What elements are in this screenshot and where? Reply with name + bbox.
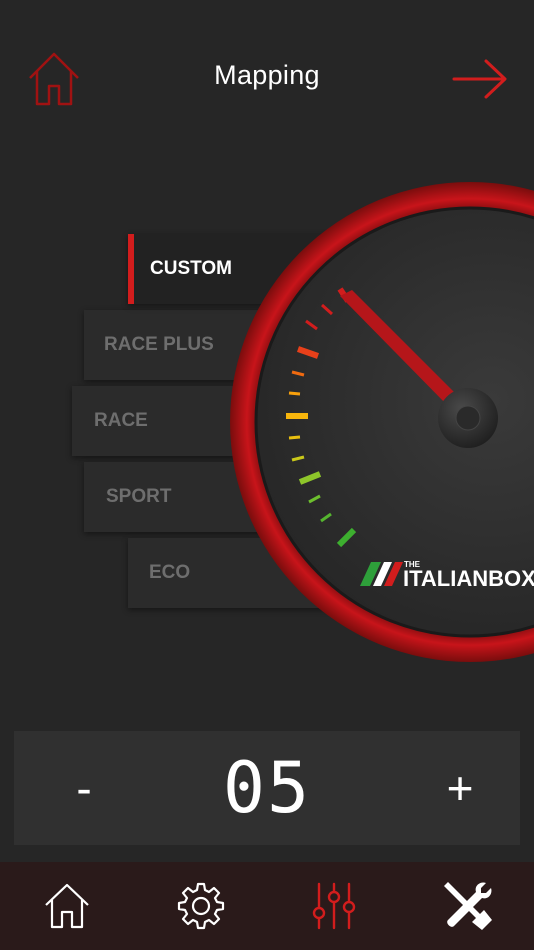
- next-button[interactable]: [450, 56, 510, 102]
- gear-icon: [177, 882, 225, 930]
- home-icon: [45, 883, 89, 929]
- mapping-gauge: THE ITALIANBOX: [230, 182, 534, 662]
- tools-icon: [444, 882, 492, 930]
- decrement-button[interactable]: -: [54, 755, 114, 821]
- tab-bar: [0, 862, 534, 950]
- value-display: 05: [222, 747, 312, 829]
- header: Mapping: [0, 0, 534, 160]
- increment-button[interactable]: +: [430, 755, 490, 821]
- value-panel: - 05 +: [14, 731, 520, 845]
- tab-mapping[interactable]: [302, 874, 366, 938]
- sliders-icon: [312, 882, 356, 930]
- tab-home[interactable]: [35, 874, 99, 938]
- tab-tools[interactable]: [436, 874, 500, 938]
- tab-settings[interactable]: [169, 874, 233, 938]
- arrow-right-icon: [452, 59, 507, 99]
- brand-large: ITALIANBOX: [403, 566, 534, 591]
